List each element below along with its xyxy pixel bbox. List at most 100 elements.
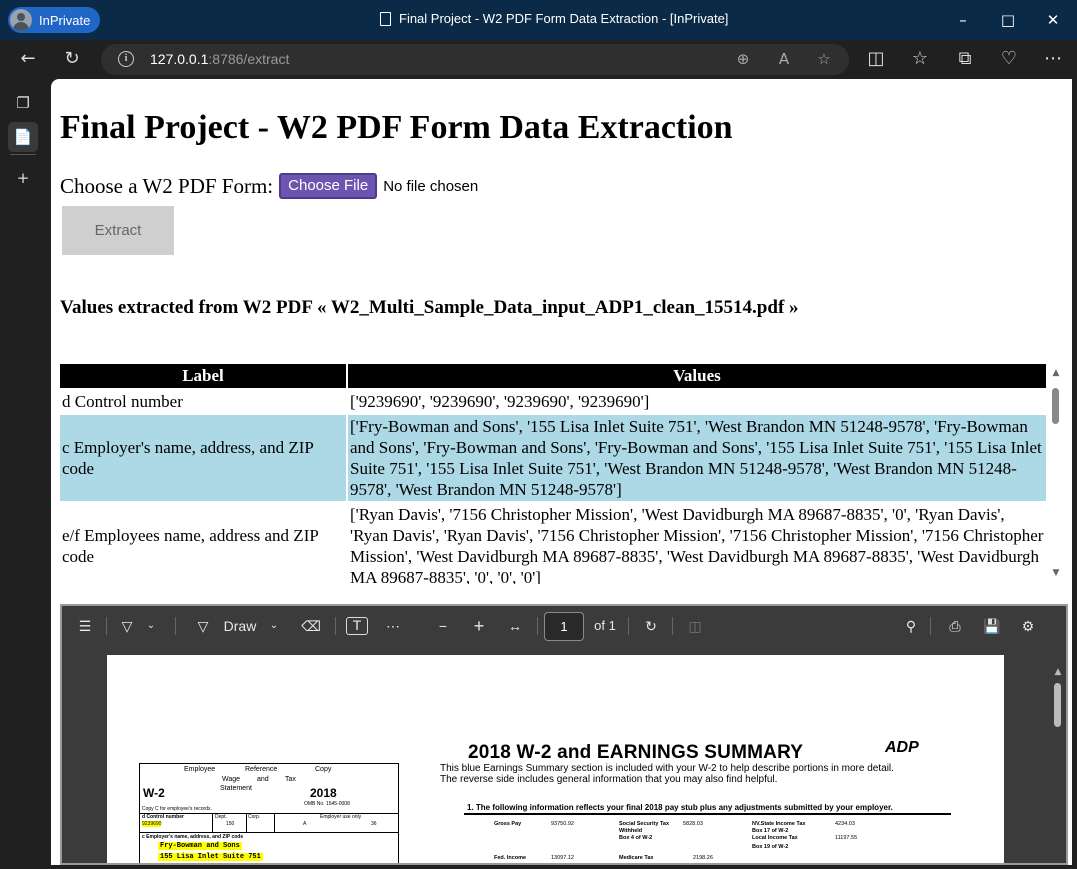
more-tools-icon[interactable]: ⋯ (382, 616, 404, 636)
form-rule (246, 813, 247, 832)
toolbar-divider (175, 617, 176, 635)
fed-income-label: Fed. Income (494, 855, 527, 861)
avatar-icon (10, 9, 32, 31)
choose-file-button[interactable]: Choose File (279, 173, 378, 199)
rail-divider (10, 154, 36, 155)
file-status-text: No file chosen (383, 177, 479, 195)
address-bar[interactable]: i 127.0.0.1:8786/extract ⊕ A ☆ (101, 44, 849, 75)
inprivate-profile-button[interactable]: InPrivate (8, 7, 100, 33)
w2-reference-text: Reference (245, 766, 278, 773)
maximize-icon[interactable]: □ (998, 10, 1018, 30)
minimize-icon[interactable]: – (953, 10, 973, 30)
choose-label: Choose a W2 PDF Form: (60, 173, 274, 198)
eraser-icon[interactable]: ⌫ (300, 616, 322, 636)
page-title: Final Project - W2 PDF Form Data Extract… (60, 109, 733, 146)
row-value: ['Ryan Davis', '7156 Christopher Mission… (350, 505, 1044, 584)
active-tab-document-icon[interactable]: 📄 (8, 122, 38, 152)
state-tax-value: 4234.03 (835, 821, 855, 827)
text-box-icon[interactable]: T (346, 617, 368, 635)
save-icon[interactable]: 💾 (981, 616, 1003, 636)
row-value: ['Fry-Bowman and Sons', '155 Lisa Inlet … (348, 415, 1046, 501)
contents-list-icon[interactable]: ☰ (74, 616, 96, 636)
highlight-icon[interactable]: ▽ (116, 616, 138, 636)
pdf-scrollbar[interactable]: ▲ ▼ (1052, 667, 1064, 863)
w2-employer-label: c Employer's name, address, and ZIP code (142, 834, 244, 840)
fit-page-icon[interactable]: ↔ (504, 616, 526, 636)
table-row: c Employer's name, address, and ZIP code… (60, 415, 1046, 501)
toolbar-divider (106, 617, 107, 635)
w2-copy-text: Copy (315, 766, 332, 773)
pdf-toolbar: ☰ ▽ ⌄ ▽ Draw ⌄ ⌫ T ⋯ − + ↔ 1 of 1 ↻ ◫ ⚲ … (62, 606, 1066, 647)
medicare-value: 2198.26 (693, 855, 713, 861)
settings-gear-icon[interactable]: ⚙ (1017, 616, 1039, 636)
browser-toolbar: ← ↻ i 127.0.0.1:8786/extract ⊕ A ☆ ◫ ☆ ⧉… (0, 40, 1077, 78)
zoom-out-icon[interactable]: − (432, 616, 454, 636)
collections-icon[interactable]: ⧉ (954, 48, 976, 70)
url-text[interactable]: 127.0.0.1:8786/extract (150, 51, 289, 67)
row-label: d Control number (62, 392, 183, 411)
page-view-icon[interactable]: ◫ (684, 616, 706, 636)
section-1-heading: 1. The following information reflects yo… (467, 803, 893, 812)
label-column-header: Label (60, 364, 346, 388)
local-tax-value: 11197.55 (835, 835, 858, 841)
state-tax-label: NV.State Income Tax (752, 821, 806, 827)
form-rule (274, 813, 275, 832)
ss-tax-value: 5828.03 (683, 821, 703, 827)
row-label: c Employer's name, address, and ZIP code (60, 415, 346, 501)
new-tab-plus-icon[interactable]: + (8, 163, 38, 193)
state-tax-box: Box 17 of W-2 (752, 828, 789, 834)
favorites-icon[interactable]: ☆ (909, 48, 931, 70)
draw-label[interactable]: Draw (220, 616, 260, 636)
refresh-icon[interactable]: ↻ (61, 48, 83, 70)
site-info-icon[interactable]: i (118, 51, 134, 67)
favorite-star-icon[interactable]: ☆ (814, 49, 834, 69)
browser-essentials-icon[interactable]: ♡ (998, 48, 1020, 70)
print-icon[interactable]: ⎙ (944, 616, 966, 636)
gross-pay-label: Gross Pay (494, 821, 522, 827)
back-arrow-icon[interactable]: ← (17, 48, 39, 70)
draw-icon[interactable]: ▽ (192, 616, 214, 636)
adp-logo: ADP (885, 739, 919, 756)
zoom-icon[interactable]: ⊕ (733, 49, 753, 69)
close-icon[interactable]: ✕ (1043, 10, 1063, 30)
chevron-down-icon[interactable]: ⌄ (144, 616, 158, 636)
w2-dept-label: Dept. (215, 814, 227, 820)
chevron-down-icon[interactable]: ⌄ (267, 616, 281, 636)
w2-employer-name: Fry-Bowman and Sons (158, 842, 242, 850)
toolbar-divider (335, 617, 336, 635)
table-row: e/f Employees name, address and ZIP code… (60, 503, 1046, 584)
search-icon[interactable]: ⚲ (900, 616, 922, 636)
scroll-up-arrow-icon[interactable]: ▲ (1053, 667, 1063, 677)
page-total: of 1 (594, 618, 616, 633)
window-title: Final Project - W2 PDF Form Data Extract… (380, 11, 728, 26)
table-header-row: Label Values (60, 364, 1046, 388)
w2-use-b: 36 (371, 821, 377, 827)
pdf-document-area[interactable]: 2018 W-2 and EARNINGS SUMMARY ADP This b… (62, 647, 1066, 863)
rotate-icon[interactable]: ↻ (640, 616, 662, 636)
w2-dept-value: 150 (226, 821, 235, 827)
w2-employee-text: Employee (184, 766, 216, 773)
read-aloud-icon[interactable]: A (774, 49, 794, 69)
section-rule (464, 813, 951, 815)
more-options-icon[interactable]: ⋯ (1042, 48, 1064, 70)
toolbar-divider (672, 617, 673, 635)
scroll-up-arrow-icon[interactable]: ▲ (1051, 368, 1061, 378)
tab-actions-icon[interactable]: ❐ (8, 88, 38, 118)
toolbar-divider (628, 617, 629, 635)
zoom-in-icon[interactable]: + (468, 616, 490, 636)
split-screen-icon[interactable]: ◫ (865, 48, 887, 70)
values-column-header: Values (348, 364, 1046, 388)
w2-control-label: d Control number (142, 814, 184, 820)
scroll-thumb[interactable] (1052, 388, 1059, 424)
w2-omb: OMB No. 1545-0008 (304, 801, 350, 807)
scroll-down-arrow-icon[interactable]: ▼ (1051, 568, 1061, 578)
table-row: d Control number ['9239690', '9239690', … (60, 390, 1046, 413)
table-scrollbar[interactable]: ▲ ▼ (1049, 364, 1063, 580)
window-title-text: Final Project - W2 PDF Form Data Extract… (399, 11, 729, 26)
w2-wage-text: Wage (222, 776, 241, 783)
extract-button[interactable]: Extract (62, 206, 174, 255)
scroll-thumb[interactable] (1054, 683, 1061, 727)
result-heading: Values extracted from W2 PDF « W2_Multi_… (60, 297, 799, 318)
page-number-input[interactable]: 1 (544, 612, 584, 641)
values-table-container[interactable]: Label Values d Control number ['9239690'… (60, 364, 1047, 584)
